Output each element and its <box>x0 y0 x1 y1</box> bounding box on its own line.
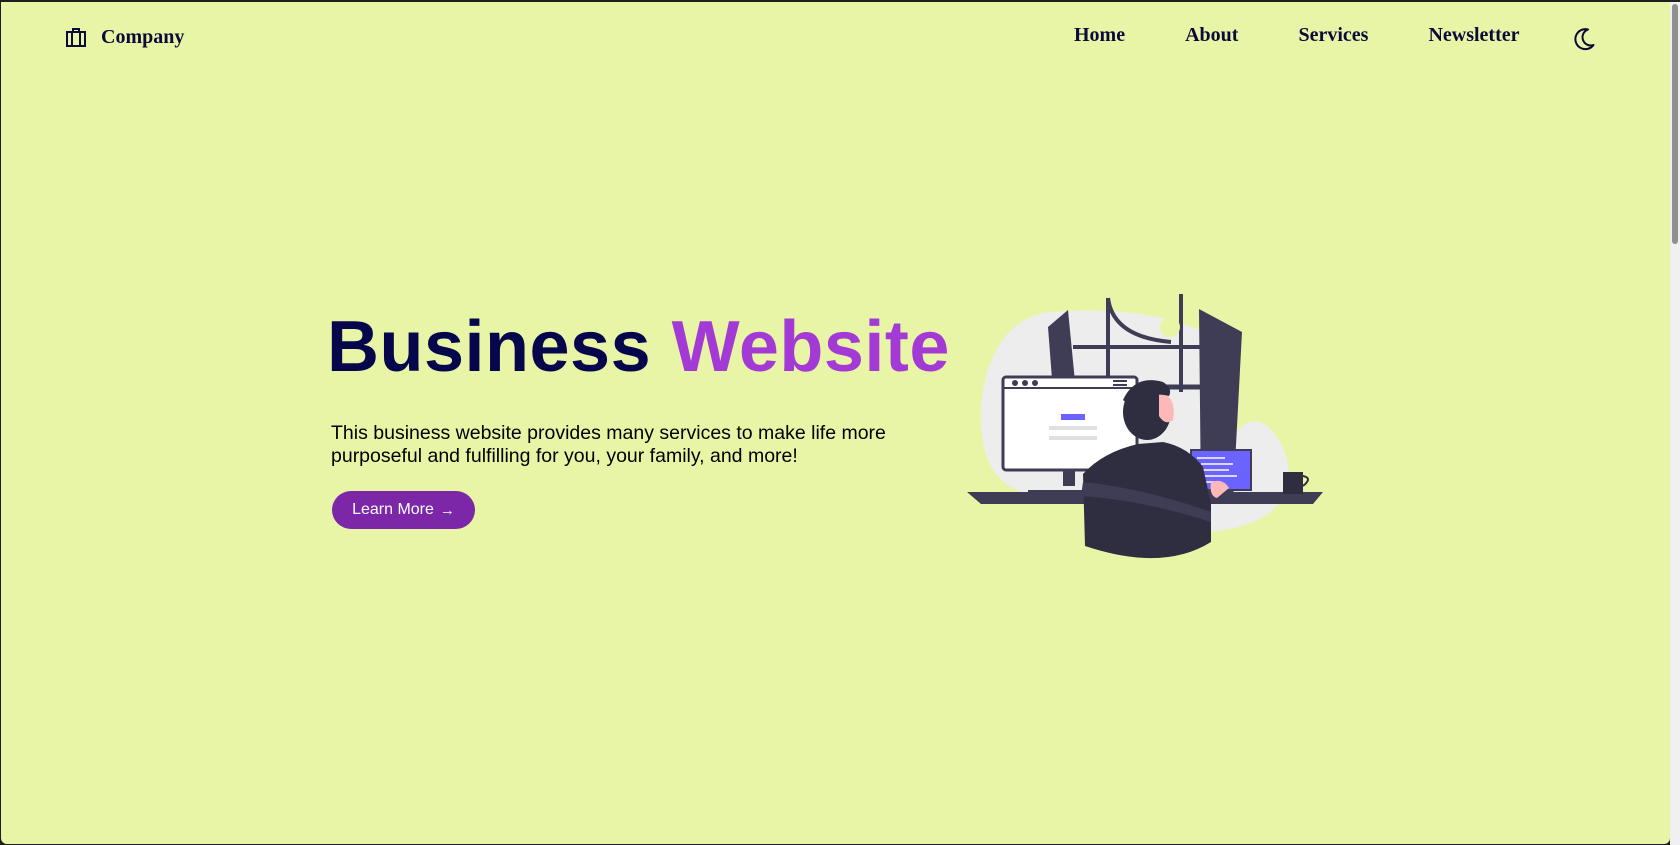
learn-more-label: Learn More <box>352 501 434 518</box>
nav-about-link[interactable]: About <box>1185 24 1238 46</box>
briefcase-icon <box>66 28 86 47</box>
page-viewport: Company Home About Services Newsletter B… <box>1 2 1670 844</box>
learn-more-button[interactable]: Learn More → <box>332 491 475 529</box>
nav-home-link[interactable]: Home <box>1074 24 1125 46</box>
hero-title-main: Business <box>327 307 652 387</box>
moon-icon[interactable] <box>1571 26 1597 52</box>
brand[interactable]: Company <box>65 26 184 48</box>
navbar: Company Home About Services Newsletter <box>1 2 1670 72</box>
arrow-right-icon: → <box>439 501 455 519</box>
scrollbar-thumb[interactable] <box>1672 4 1678 244</box>
hero-title: Business Website <box>327 307 950 387</box>
main-nav: Home About Services Newsletter <box>1074 24 1520 46</box>
hero-title-accent: Website <box>671 307 950 387</box>
nav-services-link[interactable]: Services <box>1298 24 1368 46</box>
hero-description: This business website provides many serv… <box>331 422 886 467</box>
nav-newsletter-link[interactable]: Newsletter <box>1428 24 1519 46</box>
scrollbar[interactable] <box>1670 2 1680 845</box>
person-at-computer-illustration <box>967 294 1323 559</box>
brand-name: Company <box>101 26 185 48</box>
